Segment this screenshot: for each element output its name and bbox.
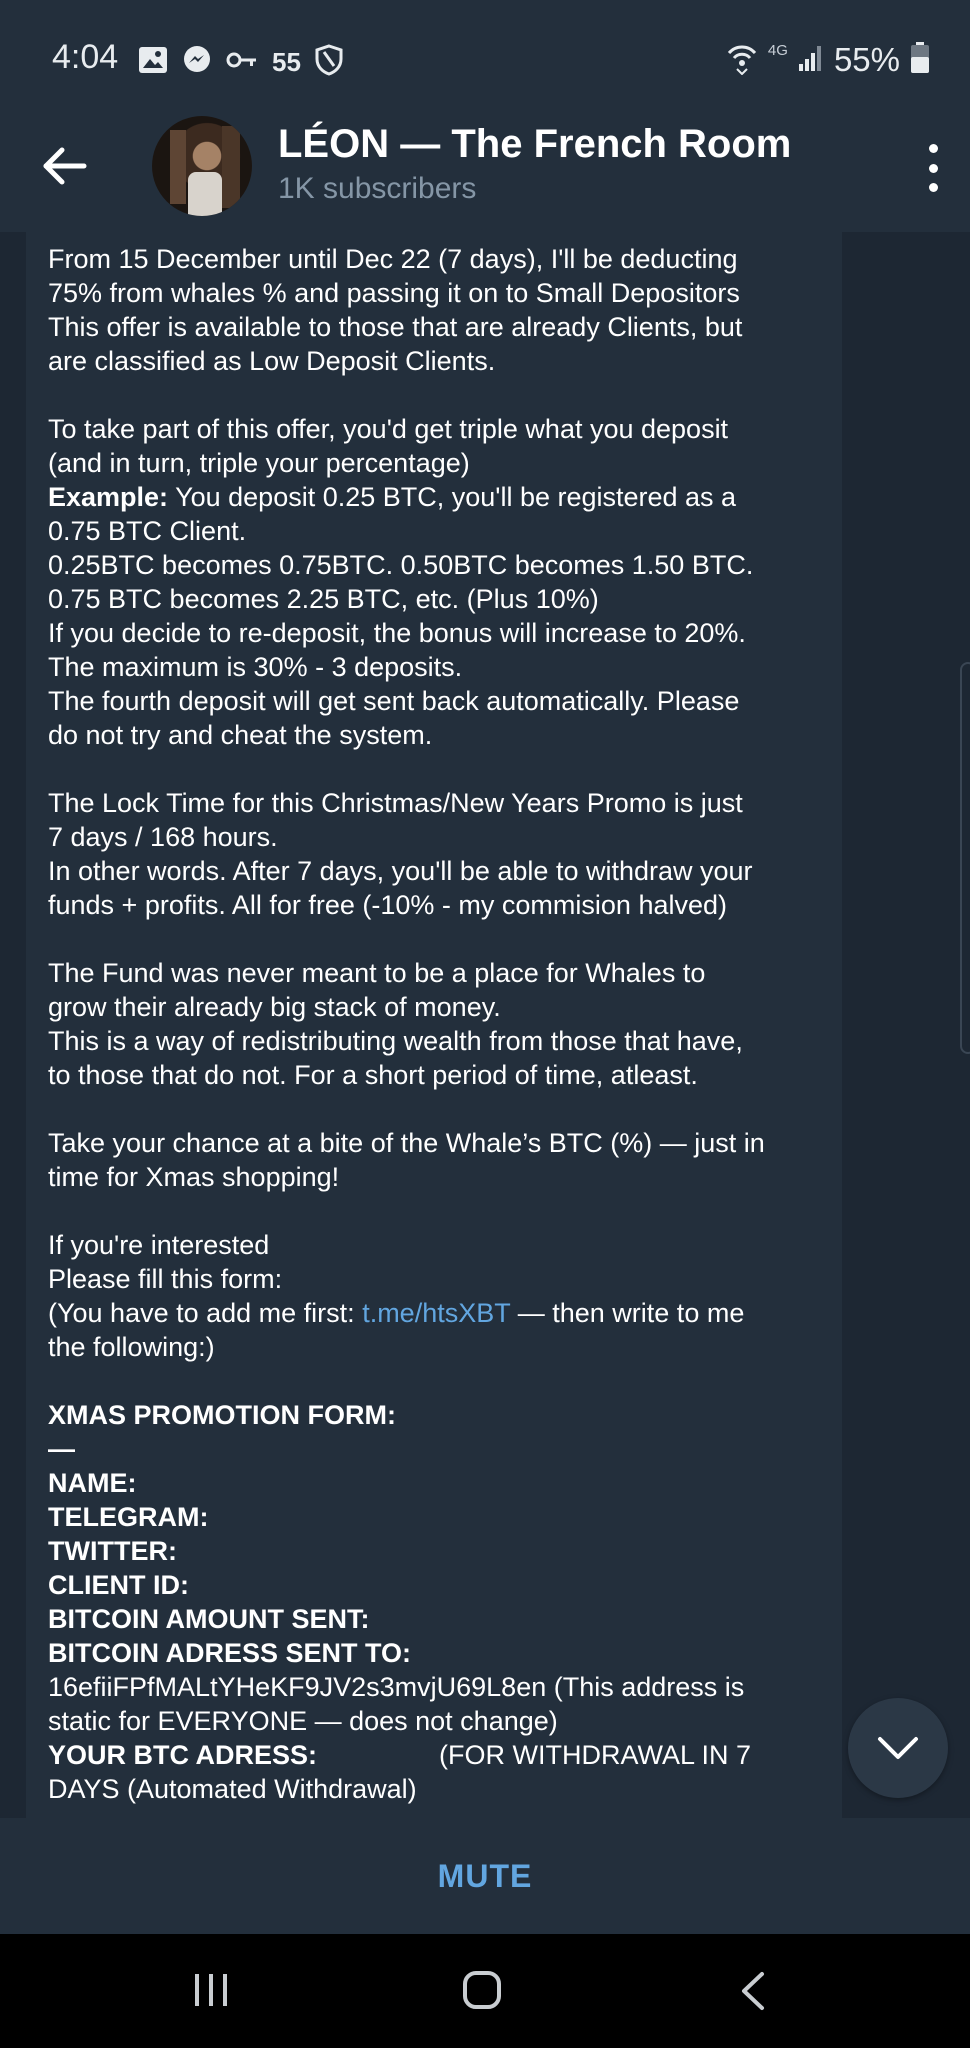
chevron-down-icon bbox=[878, 1737, 918, 1759]
withdrawal-note-2: DAYS (Automated Withdrawal) bbox=[48, 1774, 417, 1804]
message-line: In other words. After 7 days, you'll be … bbox=[48, 856, 753, 886]
status-system-icons: 4G 55% bbox=[726, 38, 930, 82]
channel-avatar[interactable] bbox=[152, 116, 252, 216]
channel-subscribers: 1K subscribers bbox=[278, 172, 477, 205]
btc-address-line: 16efiiFPfMALtYHeKF9JV2s3mvjU69L8en (This… bbox=[48, 1672, 745, 1702]
message-line: time for Xmas shopping! bbox=[48, 1162, 340, 1192]
message-line: Take your chance at a bite of the Whale’… bbox=[48, 1128, 765, 1158]
status-bar: 4:04 55 4G 55% bbox=[0, 0, 970, 100]
message-line: Please fill this form: bbox=[48, 1264, 283, 1294]
example-label: Example: bbox=[48, 482, 169, 512]
form-field-twitter: TWITTER: bbox=[48, 1536, 177, 1566]
bottom-bar: MUTE bbox=[0, 1818, 970, 1934]
example-text: You deposit 0.25 BTC, you'll be register… bbox=[168, 482, 737, 512]
message-line: 75% from whales % and passing it on to S… bbox=[48, 278, 740, 308]
message-line: The Lock Time for this Christmas/New Yea… bbox=[48, 788, 743, 818]
message-line: are classified as Low Deposit Clients. bbox=[48, 346, 496, 376]
system-back-button[interactable] bbox=[738, 1970, 768, 2012]
form-field-address-to: BITCOIN ADRESS SENT TO: bbox=[48, 1638, 412, 1668]
message-text: From 15 December until Dec 22 (7 days), … bbox=[48, 242, 838, 1806]
wifi-calling-icon bbox=[726, 41, 758, 80]
form-field-name: NAME: bbox=[48, 1468, 137, 1498]
message-line: do not try and cheat the system. bbox=[48, 720, 433, 750]
link-prefix: (You have to add me first: bbox=[48, 1298, 363, 1328]
message-line: The Fund was never meant to be a place f… bbox=[48, 958, 706, 988]
signal-icon bbox=[798, 44, 824, 77]
messenger-icon bbox=[182, 45, 212, 80]
form-title: XMAS PROMOTION FORM: bbox=[48, 1400, 396, 1430]
message-line: grow their already big stack of money. bbox=[48, 992, 501, 1022]
back-button[interactable] bbox=[40, 146, 90, 186]
network-type-label: 4G bbox=[767, 41, 788, 59]
recent-apps-button[interactable] bbox=[192, 1972, 230, 2008]
message-line: This is a way of redistributing wealth f… bbox=[48, 1026, 743, 1056]
status-time: 4:04 bbox=[52, 38, 119, 76]
more-vertical-icon bbox=[928, 144, 938, 153]
scrollbar-thumb[interactable] bbox=[960, 662, 970, 1054]
shield-icon bbox=[315, 43, 343, 81]
message-line: The fourth deposit will get sent back au… bbox=[48, 686, 740, 716]
message-line: The maximum is 30% - 3 deposits. bbox=[48, 652, 463, 682]
form-dash: — bbox=[48, 1434, 75, 1464]
message-bubble: From 15 December until Dec 22 (7 days), … bbox=[26, 232, 842, 1818]
battery-percent: 55% bbox=[833, 41, 900, 78]
scroll-to-bottom-button[interactable] bbox=[848, 1698, 948, 1798]
form-field-telegram: TELEGRAM: bbox=[48, 1502, 209, 1532]
message-line: From 15 December until Dec 22 (7 days), … bbox=[48, 244, 738, 274]
withdrawal-note: (FOR WITHDRAWAL IN 7 bbox=[439, 1740, 752, 1770]
your-btc-address-line: YOUR BTC ADRESS: (FOR WITHDRAWAL IN 7 bbox=[48, 1738, 838, 1772]
message-line: 7 days / 168 hours. bbox=[48, 822, 278, 852]
system-nav-bar bbox=[0, 1934, 970, 2048]
form-field-client-id: CLIENT ID: bbox=[48, 1570, 189, 1600]
battery-icon bbox=[910, 41, 930, 79]
home-button[interactable] bbox=[462, 1970, 502, 2010]
message-line: funds + profits. All for free (-10% - my… bbox=[48, 890, 727, 920]
link-suffix: — then write to me bbox=[510, 1298, 745, 1328]
btc-address-note: static for EVERYONE — does not change) bbox=[48, 1706, 558, 1736]
recent-apps-icon bbox=[195, 1974, 227, 2006]
gallery-icon bbox=[138, 46, 168, 79]
message-line: the following:) bbox=[48, 1332, 215, 1362]
telegram-link[interactable]: t.me/htsXBT bbox=[362, 1298, 510, 1328]
message-list[interactable]: From 15 December until Dec 22 (7 days), … bbox=[0, 232, 970, 1818]
message-line: If you're interested bbox=[48, 1230, 270, 1260]
chevron-left-icon bbox=[742, 1972, 764, 2010]
message-line: 0.75 BTC Client. bbox=[48, 516, 247, 546]
channel-title[interactable]: LÉON — The French Room bbox=[278, 122, 791, 167]
key-icon bbox=[226, 50, 258, 75]
more-options-button[interactable] bbox=[924, 144, 942, 192]
message-line: To take part of this offer, you'd get tr… bbox=[48, 414, 729, 444]
message-line: 0.25BTC becomes 0.75BTC. 0.50BTC becomes… bbox=[48, 550, 754, 580]
notification-count: 55 bbox=[272, 46, 301, 77]
message-line-with-link: (You have to add me first: t.me/htsXBT —… bbox=[48, 1296, 838, 1330]
your-btc-label: YOUR BTC ADRESS: bbox=[48, 1740, 318, 1770]
message-line: 0.75 BTC becomes 2.25 BTC, etc. (Plus 10… bbox=[48, 584, 599, 614]
status-notification-icons: 55 bbox=[138, 42, 343, 82]
message-line: to those that do not. For a short period… bbox=[48, 1060, 698, 1090]
home-icon bbox=[463, 1971, 501, 2009]
message-line: This offer is available to those that ar… bbox=[48, 312, 743, 342]
example-line: Example: You deposit 0.25 BTC, you'll be… bbox=[48, 480, 838, 514]
arrow-left-icon bbox=[43, 147, 87, 185]
mute-button[interactable]: MUTE bbox=[438, 1858, 533, 1895]
message-line: If you decide to re-deposit, the bonus w… bbox=[48, 618, 746, 648]
chat-header: LÉON — The French Room 1K subscribers bbox=[0, 100, 970, 232]
form-field-amount: BITCOIN AMOUNT SENT: bbox=[48, 1604, 370, 1634]
message-line: (and in turn, triple your percentage) bbox=[48, 448, 470, 478]
